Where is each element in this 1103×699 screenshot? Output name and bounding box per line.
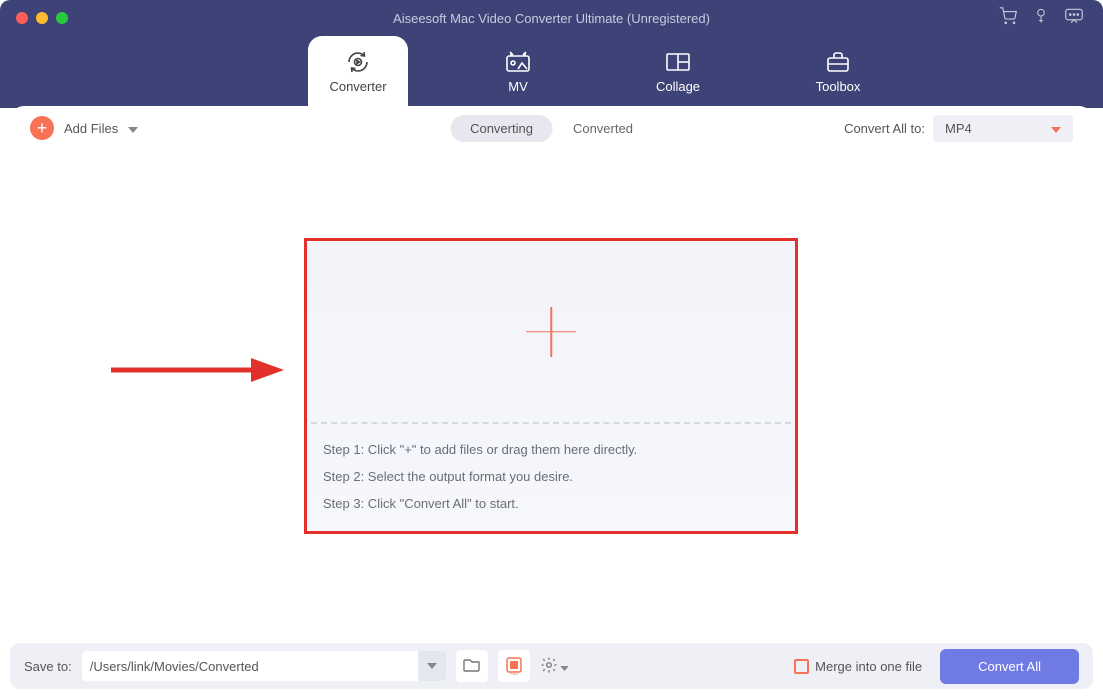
dropzone-instructions: Step 1: Click "+" to add files or drag t… xyxy=(307,424,795,531)
tab-converter[interactable]: Converter xyxy=(308,36,408,108)
chevron-down-icon xyxy=(560,659,569,674)
collage-icon xyxy=(664,51,692,73)
dropzone[interactable]: Step 1: Click "+" to add files or drag t… xyxy=(304,238,798,534)
toolbox-icon xyxy=(824,51,852,73)
checkbox-icon xyxy=(794,659,809,674)
segment-converting[interactable]: Converting xyxy=(450,115,553,142)
save-to-label: Save to: xyxy=(24,659,72,674)
tab-label: MV xyxy=(508,79,528,94)
tab-collage[interactable]: Collage xyxy=(628,36,728,108)
merge-checkbox[interactable]: Merge into one file xyxy=(794,659,922,674)
convert-all-button[interactable]: Convert All xyxy=(940,649,1079,684)
convert-all-to: Convert All to: MP4 xyxy=(844,115,1073,142)
header-actions xyxy=(999,7,1103,30)
svg-text:ON: ON xyxy=(510,673,518,675)
arrow-annotation xyxy=(106,350,286,395)
step-2: Step 2: Select the output format you des… xyxy=(323,469,779,484)
caret-down-icon xyxy=(1051,121,1061,136)
titlebar: Aiseesoft Mac Video Converter Ultimate (… xyxy=(0,0,1103,36)
app-title: Aiseesoft Mac Video Converter Ultimate (… xyxy=(393,11,710,26)
tab-bar: Converter MV Collage xyxy=(0,36,1103,108)
chevron-down-icon[interactable] xyxy=(128,121,138,136)
feedback-icon[interactable] xyxy=(1065,8,1083,29)
tab-label: Converter xyxy=(329,79,386,94)
format-select[interactable]: MP4 xyxy=(933,115,1073,142)
gpu-accel-button[interactable]: ON xyxy=(498,650,530,682)
gear-icon xyxy=(540,656,558,677)
minimize-window-button[interactable] xyxy=(36,12,48,24)
maximize-window-button[interactable] xyxy=(56,12,68,24)
status-segment: Converting Converted xyxy=(450,115,653,142)
window-controls xyxy=(0,12,68,24)
footer: Save to: /Users/link/Movies/Converted ON xyxy=(10,643,1093,689)
big-plus-icon xyxy=(526,307,576,357)
app-window: Aiseesoft Mac Video Converter Ultimate (… xyxy=(0,0,1103,699)
plus-icon: + xyxy=(30,116,54,140)
mv-icon xyxy=(504,51,532,73)
segment-converted[interactable]: Converted xyxy=(553,115,653,142)
toolbar: + Add Files Converting Converted Convert… xyxy=(10,106,1093,150)
convert-all-to-label: Convert All to: xyxy=(844,121,925,136)
step-3: Step 3: Click "Convert All" to start. xyxy=(323,496,779,511)
key-icon[interactable] xyxy=(1033,8,1049,29)
step-1: Step 1: Click "+" to add files or drag t… xyxy=(323,442,779,457)
tab-mv[interactable]: MV xyxy=(468,36,568,108)
tab-toolbox[interactable]: Toolbox xyxy=(788,36,888,108)
content-area: Step 1: Click "+" to add files or drag t… xyxy=(10,150,1093,670)
settings-button[interactable] xyxy=(540,656,569,677)
converter-icon xyxy=(344,51,372,73)
dropzone-add-area[interactable] xyxy=(307,241,795,422)
tab-label: Toolbox xyxy=(816,79,861,94)
add-files-button[interactable]: + Add Files xyxy=(30,116,138,140)
add-files-label: Add Files xyxy=(64,121,118,136)
save-path-dropdown[interactable] xyxy=(418,651,446,681)
cart-icon[interactable] xyxy=(999,7,1017,30)
folder-icon xyxy=(463,657,481,675)
gpu-icon: ON xyxy=(504,655,524,678)
save-path-value: /Users/link/Movies/Converted xyxy=(90,659,259,674)
tab-label: Collage xyxy=(656,79,700,94)
format-value: MP4 xyxy=(945,121,972,136)
save-path-field[interactable]: /Users/link/Movies/Converted xyxy=(82,651,422,681)
open-folder-button[interactable] xyxy=(456,650,488,682)
merge-label: Merge into one file xyxy=(815,659,922,674)
close-window-button[interactable] xyxy=(16,12,28,24)
